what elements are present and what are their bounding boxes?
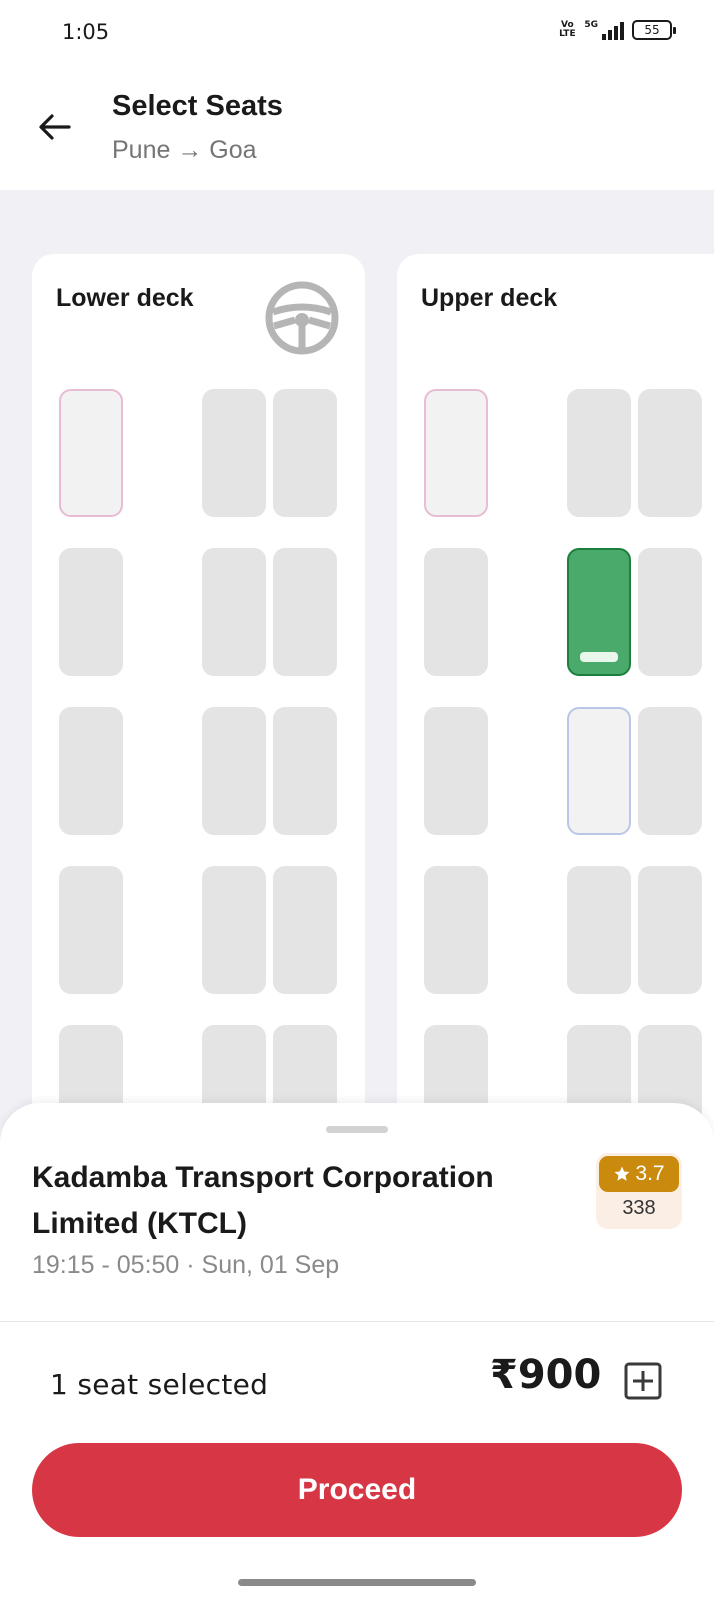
status-icons: Vo LTE 5G 55	[558, 20, 676, 40]
seat-sleeper-selected[interactable]	[567, 548, 631, 676]
proceed-button[interactable]: Proceed	[32, 1443, 682, 1537]
rating-count: 338	[622, 1197, 656, 1219]
seat-sleeper[interactable]	[424, 707, 488, 835]
volte-icon: Vo LTE	[559, 20, 576, 39]
sheet-drag-handle[interactable]	[326, 1126, 388, 1133]
rating-pill: 3.7	[599, 1156, 679, 1192]
seat-sleeper[interactable]	[202, 548, 266, 676]
total-price: ₹900	[490, 1352, 602, 1398]
status-bar: 1:05 Vo LTE 5G 55	[0, 0, 714, 66]
star-icon	[614, 1166, 630, 1181]
upper-deck-title: Upper deck	[421, 284, 558, 312]
rating-value: 3.7	[635, 1162, 665, 1185]
seat-sleeper[interactable]	[59, 548, 123, 676]
seat-sleeper[interactable]	[567, 866, 631, 994]
seat-sleeper[interactable]	[202, 389, 266, 517]
status-time: 1:05	[62, 20, 110, 44]
seat-sleeper[interactable]	[638, 389, 702, 517]
operator-name: Kadamba Transport Corporation Limited (K…	[32, 1161, 494, 1240]
seat-sleeper[interactable]	[273, 389, 337, 517]
steering-wheel-icon	[265, 281, 339, 355]
home-indicator[interactable]	[238, 1579, 476, 1586]
seat-sleeper[interactable]	[424, 389, 488, 517]
upper-deck: Upper deck	[397, 254, 714, 1154]
lower-deck: Lower deck	[32, 254, 365, 1154]
seat-sleeper[interactable]	[273, 707, 337, 835]
seat-sleeper[interactable]	[59, 389, 123, 517]
trip-schedule: 19:15 - 05:50 · Sun, 01 Sep	[32, 1251, 340, 1279]
signal-icon: 5G	[584, 20, 624, 40]
seat-sleeper[interactable]	[202, 707, 266, 835]
arrow-left-icon	[39, 114, 71, 140]
seat-sleeper[interactable]	[424, 548, 488, 676]
battery-icon: 55	[632, 20, 676, 40]
lower-deck-title: Lower deck	[56, 284, 194, 312]
seats-selected-label: 1 seat selected	[50, 1368, 269, 1401]
seat-sleeper[interactable]	[638, 707, 702, 835]
seat-sleeper[interactable]	[273, 548, 337, 676]
plus-square-icon[interactable]	[624, 1362, 662, 1400]
seat-sleeper[interactable]	[424, 866, 488, 994]
seat-sleeper[interactable]	[59, 866, 123, 994]
seat-sleeper[interactable]	[567, 389, 631, 517]
seat-sleeper[interactable]	[59, 707, 123, 835]
route-subtitle: Pune → Goa	[112, 136, 257, 164]
seat-sleeper[interactable]	[202, 866, 266, 994]
rating-badge[interactable]: 3.7 338	[596, 1153, 682, 1229]
back-button[interactable]	[30, 102, 80, 152]
seat-sleeper[interactable]	[638, 548, 702, 676]
booking-footer: 1 seat selected ₹900 Proceed	[0, 1321, 714, 1599]
seat-sleeper[interactable]	[638, 866, 702, 994]
page-title: Select Seats	[112, 90, 283, 122]
seat-sleeper[interactable]	[567, 707, 631, 835]
app-header: Select Seats Pune → Goa	[0, 66, 714, 190]
seat-sleeper[interactable]	[273, 866, 337, 994]
